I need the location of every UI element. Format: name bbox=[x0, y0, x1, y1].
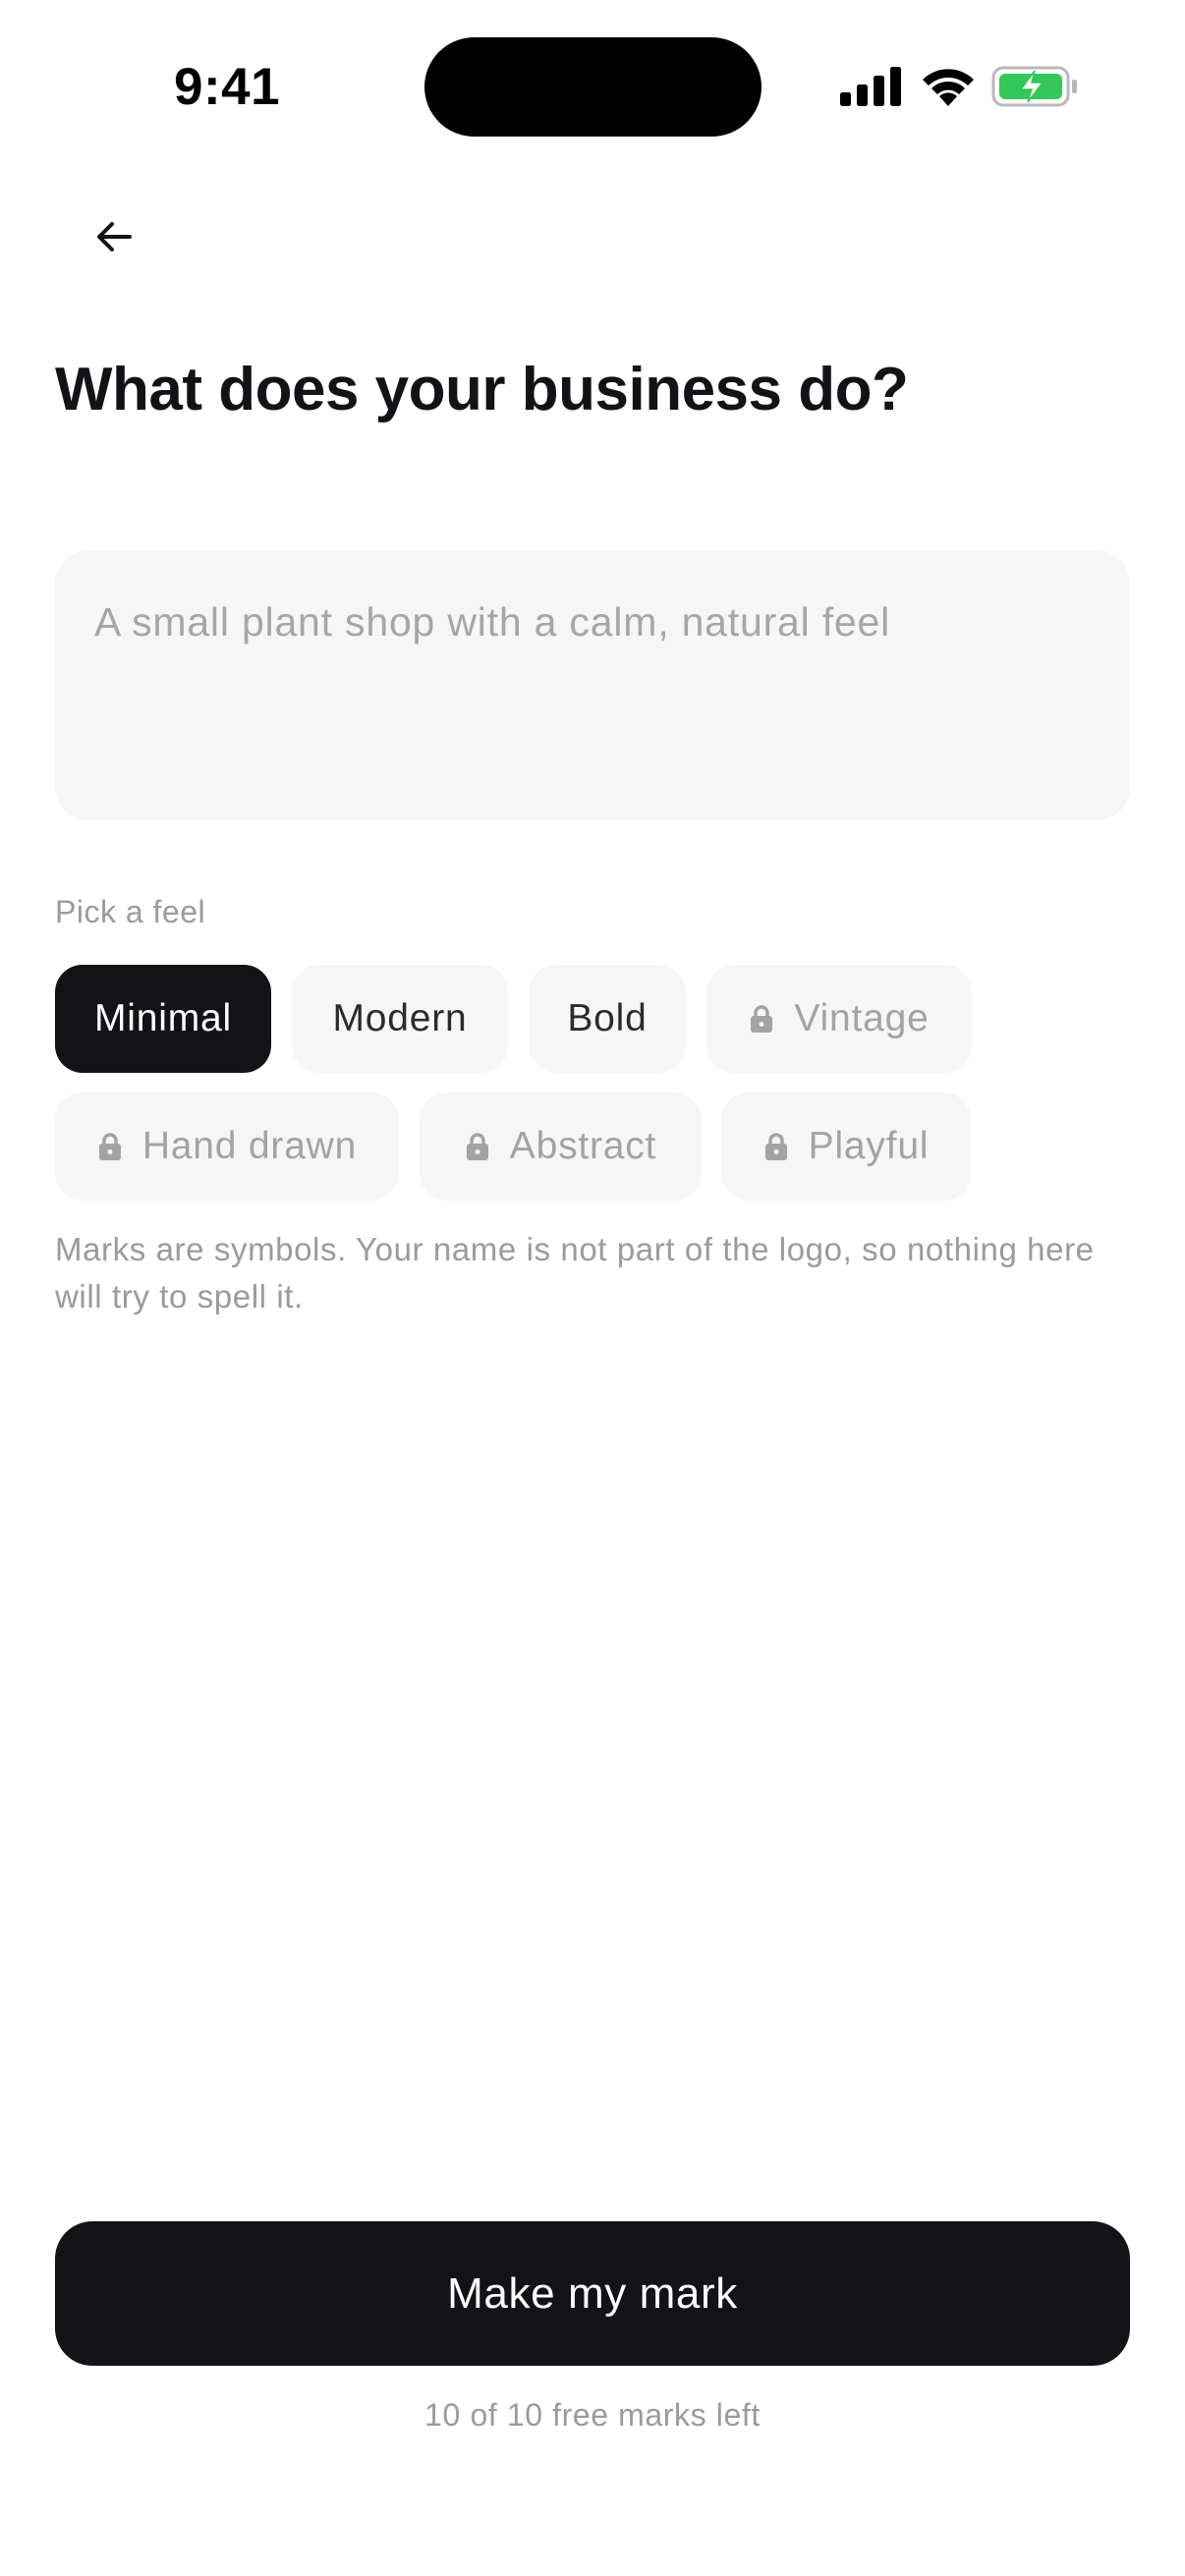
wifi-icon bbox=[923, 69, 974, 106]
chip-label: Modern bbox=[332, 997, 468, 1039]
lock-icon bbox=[764, 1133, 787, 1160]
make-my-mark-button[interactable]: Make my mark bbox=[55, 2221, 1130, 2366]
feel-section-label: Pick a feel bbox=[55, 894, 206, 929]
chip-label: Hand drawn bbox=[141, 1125, 358, 1167]
status-bar: 9:41 bbox=[0, 0, 1185, 147]
chip-modern[interactable]: Modern bbox=[292, 965, 508, 1073]
lock-icon bbox=[98, 1133, 121, 1160]
chip-label: Bold bbox=[567, 997, 648, 1039]
free-marks-remaining: 10 of 10 free marks left bbox=[424, 2397, 761, 2433]
back-button[interactable] bbox=[79, 201, 149, 272]
chip-bold[interactable]: Bold bbox=[529, 965, 686, 1073]
battery-charging-icon bbox=[991, 66, 1077, 107]
cellular-signal-icon bbox=[840, 67, 901, 106]
chip-minimal[interactable]: Minimal bbox=[55, 965, 271, 1073]
chip-label: Playful bbox=[808, 1125, 930, 1167]
chip-abstract[interactable]: Abstract bbox=[420, 1092, 702, 1201]
chip-label: Minimal bbox=[94, 997, 232, 1039]
lock-icon bbox=[751, 1005, 773, 1033]
chip-label: Vintage bbox=[794, 997, 930, 1039]
page-title: What does your business do? bbox=[55, 356, 909, 423]
helper-text: Marks are symbols. Your name is not part… bbox=[55, 1231, 1095, 1315]
business-description-input[interactable] bbox=[55, 550, 1130, 820]
dynamic-island bbox=[424, 37, 762, 137]
chip-label: Abstract bbox=[509, 1125, 657, 1167]
chip-hand-drawn[interactable]: Hand drawn bbox=[55, 1092, 399, 1201]
chip-vintage[interactable]: Vintage bbox=[706, 965, 972, 1073]
lock-icon bbox=[466, 1133, 488, 1160]
chip-playful[interactable]: Playful bbox=[721, 1092, 971, 1201]
arrow-left-icon bbox=[97, 222, 132, 252]
status-time: 9:41 bbox=[174, 58, 281, 116]
